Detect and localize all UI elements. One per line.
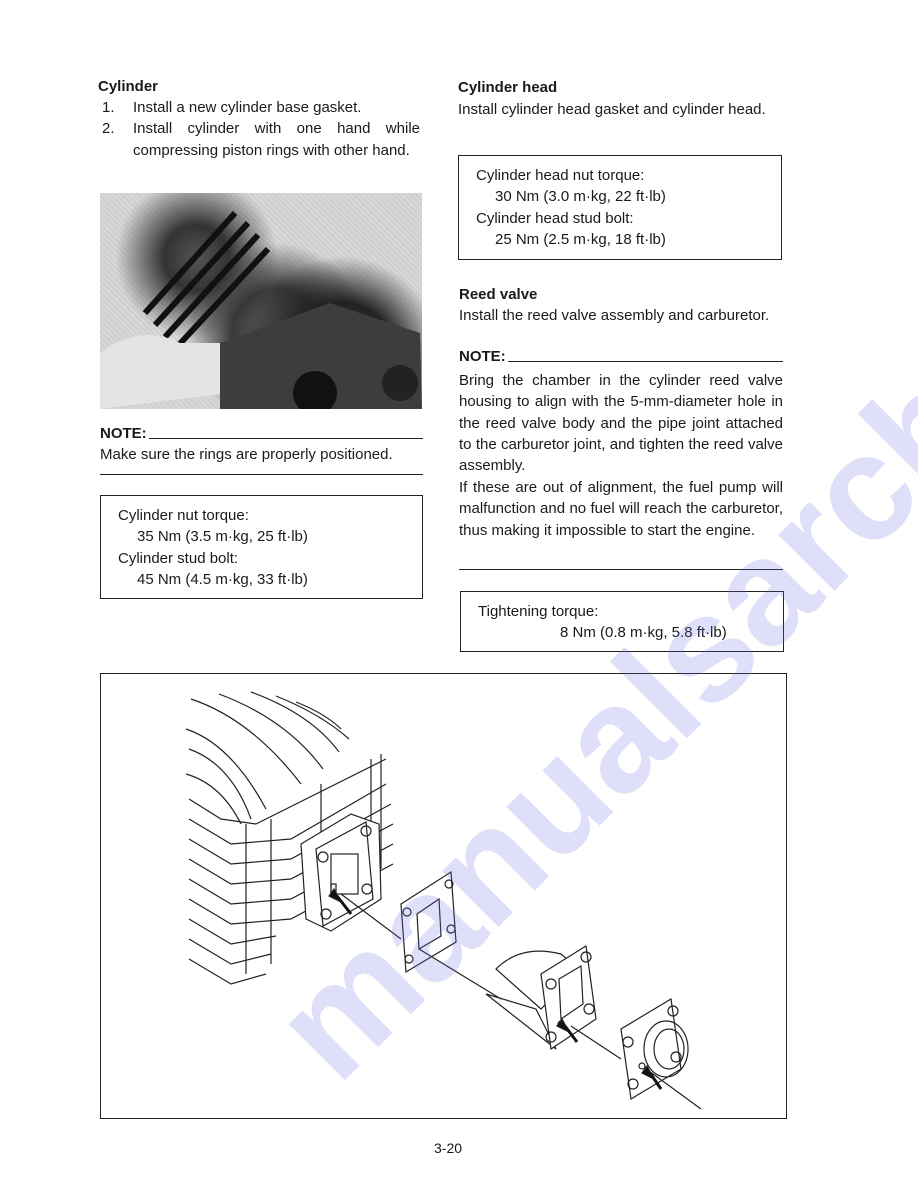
cylinder-head-heading: Cylinder head — [458, 79, 558, 96]
reed-valve-heading: Reed valve — [459, 286, 538, 303]
note-label: NOTE: — [100, 425, 147, 442]
step-text: Install cylinder with one hand while com… — [133, 120, 420, 159]
note-rule — [148, 438, 423, 439]
cylinder-head-torque-box: Cylinder head nut torque: 30 Nm (3.0 m·k… — [458, 155, 782, 260]
cylinder-heading: Cylinder — [98, 78, 159, 95]
step-text: Install a new cylinder base gasket. — [133, 99, 362, 116]
left-note-text: Make sure the rings are properly positio… — [100, 446, 393, 463]
torque-value: 30 Nm (3.0 m·kg, 22 ft·lb) — [495, 188, 666, 206]
cylinder-fins — [142, 210, 271, 352]
gasket — [400, 870, 457, 974]
step-item: 2. Install cylinder with one hand while … — [98, 118, 420, 161]
torque-label: Cylinder nut torque: — [118, 507, 249, 524]
note-label: NOTE: — [459, 348, 506, 365]
tightening-torque-box: Tightening torque: 8 Nm (0.8 m·kg, 5.8 f… — [460, 591, 784, 652]
right-note-para2: If these are out of alignment, the fuel … — [459, 479, 783, 539]
right-note-para1: Bring the chamber in the cylinder reed v… — [459, 372, 783, 475]
torque-label: Cylinder head nut torque: — [476, 167, 645, 184]
torque-label: Tightening torque: — [478, 603, 599, 620]
diagram-svg — [185, 691, 702, 1110]
reed-valve-exploded-diagram — [100, 673, 787, 1119]
left-note-header: NOTE: — [100, 425, 423, 442]
right-note-header: NOTE: — [459, 348, 783, 365]
right-note-end-rule — [459, 569, 783, 570]
step-number: 1. — [102, 99, 115, 116]
cylinder-steps: 1. Install a new cylinder base gasket. 2… — [98, 97, 420, 161]
page-number: 3-20 — [434, 1140, 463, 1156]
carburetor-joint — [620, 998, 689, 1100]
photo-illustration — [100, 210, 422, 409]
cylinder-head-text: Install cylinder head gasket and cylinde… — [458, 101, 766, 118]
note-rule — [507, 361, 783, 362]
torque-label: Cylinder head stud bolt: — [476, 209, 634, 227]
reed-valve-body — [485, 945, 597, 1051]
step-number: 2. — [102, 120, 115, 138]
left-note-end-rule — [100, 474, 423, 475]
torque-value: 45 Nm (4.5 m·kg, 33 ft·lb) — [137, 570, 308, 588]
step-item: 1. Install a new cylinder base gasket. — [98, 97, 420, 118]
reed-valve-housing — [300, 813, 382, 932]
torque-value: 8 Nm (0.8 m·kg, 5.8 ft·lb) — [560, 624, 727, 642]
cylinder-torque-box: Cylinder nut torque: 35 Nm (3.5 m·kg, 25… — [100, 495, 423, 599]
crankcase-hub — [382, 365, 418, 401]
torque-value: 35 Nm (3.5 m·kg, 25 ft·lb) — [137, 528, 308, 546]
cylinder-installation-photo — [100, 193, 422, 409]
reed-valve-text: Install the reed valve assembly and carb… — [459, 307, 770, 324]
torque-value: 25 Nm (2.5 m·kg, 18 ft·lb) — [495, 230, 666, 248]
torque-label: Cylinder stud bolt: — [118, 549, 239, 567]
